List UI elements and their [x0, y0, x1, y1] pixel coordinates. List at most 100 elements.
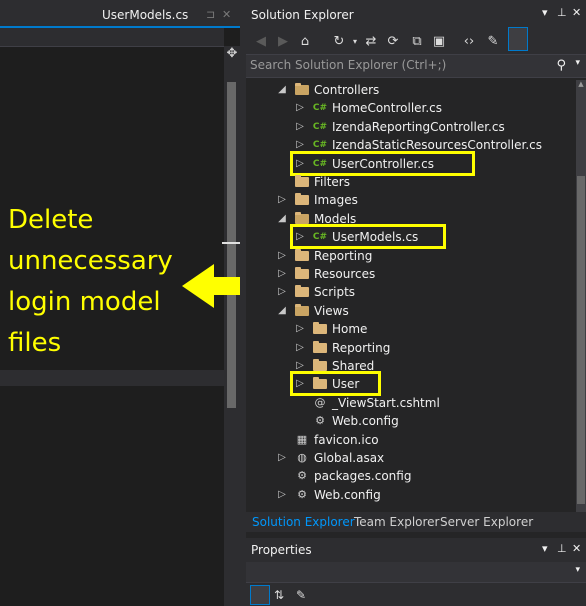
tree-item[interactable]: ◢ Controllers — [246, 81, 576, 99]
tree-item[interactable]: ▷ C# HomeController.cs — [246, 99, 576, 117]
document-tab-label: UserModels.cs — [102, 8, 189, 22]
tree-item[interactable]: ▷ Reporting — [246, 339, 576, 357]
config-file-icon: ⚙ — [297, 469, 307, 483]
collapsed-chevron-icon[interactable]: ▷ — [294, 340, 306, 356]
categorized-view-icon[interactable] — [250, 585, 270, 605]
tree-item[interactable]: ⚙ packages.config — [246, 467, 576, 485]
tree-item[interactable]: ▷ Images — [246, 191, 576, 209]
tree-item-label: Resources — [314, 267, 376, 281]
solution-explorer-toolbar: ◀ ▶ ⌂ ↻ ▾ ⇄ ⟳ ⧉ ▣ ‹› ✎ — [246, 30, 586, 54]
collapsed-chevron-icon[interactable]: ▷ — [276, 284, 288, 300]
folder-icon — [294, 174, 310, 190]
tree-item[interactable]: @ _ViewStart.cshtml — [246, 394, 576, 412]
solution-explorer-panel: Solution Explorer ▾ ⊥ ✕ ◀ ▶ ⌂ ↻ ▾ ⇄ ⟳ ⧉ … — [246, 0, 586, 540]
tree-item[interactable]: Filters — [246, 173, 576, 191]
annotation-line: Delete — [8, 205, 94, 235]
folder-icon — [294, 284, 310, 300]
split-window-icon[interactable]: ✥ — [224, 46, 240, 62]
refresh-icon[interactable]: ⟳ — [384, 33, 402, 51]
pin-icon[interactable]: ⊥ — [557, 6, 567, 19]
home-icon[interactable]: ⌂ — [296, 33, 314, 51]
annotation-line: unnecessary — [8, 246, 173, 276]
tree-item[interactable]: ▷ Scripts — [246, 283, 576, 301]
tree-item-label: Controllers — [314, 83, 380, 97]
folder-icon — [294, 266, 310, 282]
expanded-chevron-icon[interactable]: ◢ — [276, 82, 288, 98]
expanded-chevron-icon[interactable]: ◢ — [276, 211, 288, 227]
tree-item-label: Reporting — [314, 248, 373, 263]
collapsed-chevron-icon[interactable]: ▷ — [276, 266, 288, 282]
folder-icon — [294, 248, 310, 264]
tree-item[interactable]: ▷ ⚙ Web.config — [246, 486, 576, 504]
collapsed-chevron-icon[interactable]: ▷ — [294, 119, 306, 135]
sync-with-document-icon[interactable]: ⇄ — [362, 33, 380, 51]
close-icon[interactable]: ✕ — [572, 542, 581, 555]
global-asax-icon: ◍ — [297, 451, 307, 464]
collapsed-chevron-icon[interactable]: ▷ — [276, 192, 288, 208]
tree-item-label: packages.config — [314, 469, 412, 484]
tree-item[interactable]: ▷ Home — [246, 320, 576, 338]
folder-icon — [294, 192, 310, 208]
tab-team-explorer[interactable]: Team Explorer — [354, 514, 440, 530]
properties-wrench-icon[interactable]: ✎ — [484, 33, 502, 51]
razor-file-icon: @ — [314, 395, 326, 409]
collapsed-chevron-icon[interactable]: ▷ — [276, 450, 288, 466]
preview-selected-items-icon[interactable] — [508, 27, 528, 51]
tree-item-label: Scripts — [314, 285, 356, 300]
search-input[interactable] — [250, 57, 550, 73]
tree-item-label: _ViewStart.cshtml — [332, 395, 440, 410]
config-file-icon: ⚙ — [315, 414, 325, 428]
show-all-files-icon[interactable]: ▣ — [430, 33, 448, 51]
solution-tree-scrollbar[interactable]: ▲ — [576, 80, 586, 512]
close-icon[interactable]: ✕ — [572, 6, 581, 19]
pin-icon[interactable]: ⊥ — [557, 542, 567, 555]
highlight-box — [290, 150, 475, 176]
close-icon[interactable]: ✕ — [222, 8, 231, 21]
tree-item[interactable]: ▷ C# IzendaReportingController.cs — [246, 118, 576, 136]
tab-solution-explorer[interactable]: Solution Explorer — [252, 514, 355, 530]
expanded-chevron-icon[interactable]: ◢ — [276, 303, 288, 319]
collapsed-chevron-icon[interactable]: ▷ — [294, 321, 306, 337]
collapsed-chevron-icon[interactable]: ▷ — [294, 100, 306, 116]
scroll-up-icon[interactable]: ▲ — [576, 80, 586, 88]
tree-item-label: Web.config — [314, 487, 381, 502]
search-icon[interactable]: ⚲ — [556, 58, 566, 73]
properties-object-selector[interactable]: ▾ — [246, 562, 586, 583]
window-position-dropdown-icon[interactable]: ▾ — [542, 542, 548, 555]
tree-item[interactable]: ▦ favicon.ico — [246, 431, 576, 449]
collapsed-chevron-icon[interactable]: ▷ — [276, 248, 288, 264]
solution-tree[interactable]: ◢ Controllers ▷ C# HomeController.cs ▷ C# Izend… — [246, 80, 576, 512]
forward-icon[interactable]: ▶ — [274, 33, 292, 51]
tree-item[interactable]: ⚙ Web.config — [246, 412, 576, 430]
tree-item-label: Filters — [314, 175, 350, 189]
code-editor[interactable]: UserModels.cs ⊐ ✕ ✥ Delete unnecessary l… — [0, 0, 250, 606]
property-pages-icon[interactable]: ✎ — [292, 586, 310, 604]
navigation-bar[interactable] — [0, 28, 224, 47]
back-icon[interactable]: ◀ — [252, 33, 270, 51]
tree-item-label: HomeController.cs — [332, 101, 443, 116]
collapse-all-icon[interactable]: ⧉ — [408, 33, 426, 51]
tab-server-explorer[interactable]: Server Explorer — [440, 514, 533, 530]
properties-panel: Properties ▾ ⊥ ✕ ▾ ⇅ ✎ — [246, 538, 586, 606]
tree-item[interactable]: ▷ Reporting — [246, 247, 576, 265]
folder-icon — [312, 340, 328, 356]
alphabetical-sort-icon[interactable]: ⇅ — [270, 586, 288, 604]
search-options-dropdown-icon[interactable]: ▾ — [575, 58, 580, 68]
editor-scroll-thumb[interactable] — [227, 82, 236, 408]
tree-item-label: Web.config — [332, 414, 399, 429]
tree-item[interactable]: ▷ ◍ Global.asax — [246, 449, 576, 467]
image-file-icon: ▦ — [296, 432, 308, 446]
chevron-down-icon[interactable]: ▾ — [575, 565, 580, 575]
window-position-dropdown-icon[interactable]: ▾ — [542, 6, 548, 19]
document-tab[interactable]: UserModels.cs ⊐ ✕ — [98, 4, 240, 26]
collapsed-chevron-icon[interactable]: ▷ — [276, 487, 288, 503]
pin-icon[interactable]: ⊐ — [206, 8, 215, 21]
tree-item[interactable]: ◢ Views — [246, 302, 576, 320]
view-code-icon[interactable]: ‹› — [460, 33, 478, 51]
panel-title: Solution Explorer — [251, 8, 354, 22]
editor-horizontal-scrollbar[interactable] — [0, 370, 224, 386]
scroll-position-marker — [222, 242, 240, 244]
solution-tree-scroll-thumb[interactable] — [577, 176, 585, 504]
tree-item[interactable]: ▷ Resources — [246, 265, 576, 283]
solution-explorer-search[interactable]: ⚲ ▾ — [246, 54, 586, 78]
